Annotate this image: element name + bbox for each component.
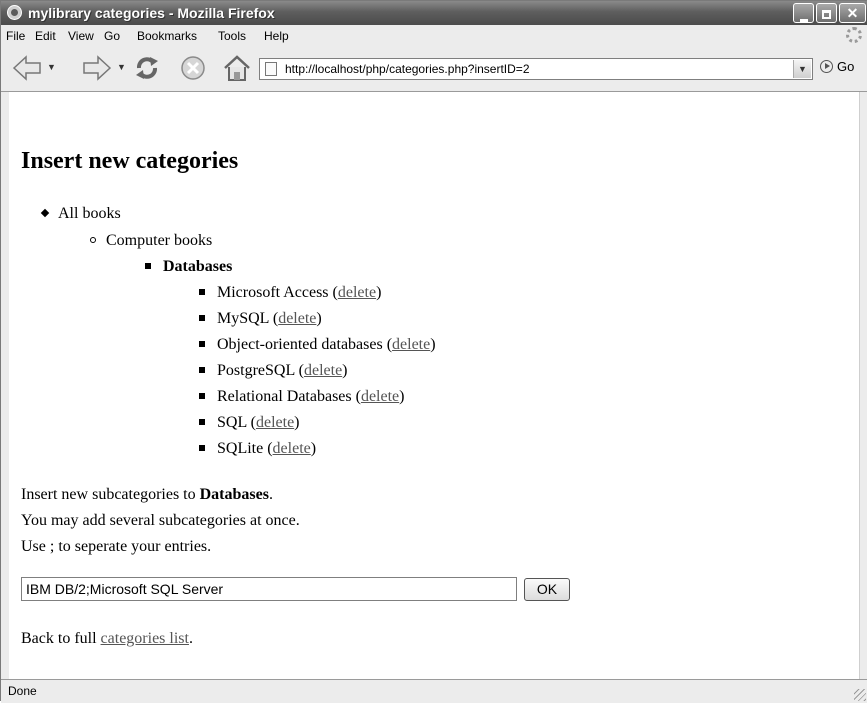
stop-icon[interactable]: [177, 53, 209, 83]
category-name: Object-oriented databases: [217, 336, 383, 353]
list-item: PostgreSQL (delete): [199, 362, 348, 380]
instruction-text: Insert new subcategories to: [21, 486, 200, 503]
minimize-icon: [799, 19, 808, 22]
instruction-punct: .: [268, 486, 273, 503]
back-line: Back to full categories list.: [21, 630, 193, 648]
forward-arrow-icon[interactable]: [81, 53, 113, 83]
instruction-line-1: Insert new subcategories to Databases.: [21, 486, 273, 504]
page-content: Insert new categories All books Computer…: [9, 92, 859, 679]
delete-link[interactable]: delete: [361, 388, 399, 405]
menu-bookmarks[interactable]: Bookmarks: [137, 29, 197, 43]
menu-help[interactable]: Help: [264, 29, 289, 43]
delete-link[interactable]: delete: [304, 362, 342, 379]
subcategories-input[interactable]: [21, 577, 517, 601]
delete-link[interactable]: delete: [392, 336, 430, 353]
menu-tools[interactable]: Tools: [218, 29, 246, 43]
scrollbar-track[interactable]: [859, 92, 867, 679]
target-category: Databases: [199, 486, 269, 503]
instruction-line-2: You may add several subcategories at onc…: [21, 512, 300, 529]
delete-link[interactable]: delete: [338, 284, 376, 301]
back-text: Back to full: [21, 630, 101, 647]
go-label: Go: [837, 59, 855, 74]
back-punct: .: [188, 630, 193, 647]
reload-icon[interactable]: [131, 53, 163, 83]
tree-item-root: All books: [40, 205, 121, 223]
list-item: Relational Databases (delete): [199, 388, 404, 406]
categories-list-link[interactable]: categories list: [101, 630, 189, 647]
bullet-icon: [199, 341, 205, 347]
minimize-button[interactable]: [793, 3, 814, 23]
tree-label: Computer books: [106, 232, 213, 249]
delete-link[interactable]: delete: [256, 414, 294, 431]
forward-dropdown-icon[interactable]: ▼: [117, 62, 126, 72]
menu-go[interactable]: Go: [104, 29, 120, 43]
status-text: Done: [8, 684, 37, 698]
menu-bar: File Edit View Go Bookmarks Tools Help: [1, 25, 867, 48]
delete-link[interactable]: delete: [273, 440, 311, 457]
tree-item-level2: Databases: [145, 258, 232, 276]
throbber-icon: [846, 27, 862, 43]
list-item: SQL (delete): [199, 414, 300, 432]
bullet-icon: [199, 445, 205, 451]
list-item: SQLite (delete): [199, 440, 316, 458]
category-name: SQL: [217, 414, 247, 431]
list-item: Microsoft Access (delete): [199, 284, 381, 302]
url-bar[interactable]: http://localhost/php/categories.php?inse…: [259, 58, 813, 80]
category-name: Relational Databases: [217, 388, 352, 405]
bullet-icon: [199, 419, 205, 425]
home-icon[interactable]: [221, 53, 253, 83]
category-name: PostgreSQL: [217, 362, 295, 379]
bullet-icon: [199, 289, 205, 295]
bullet-icon: [145, 263, 151, 269]
bullet-icon: [199, 393, 205, 399]
navigation-toolbar: ▼ ▼ http://localhost/php/categories.php?…: [1, 47, 867, 92]
page-icon: [265, 62, 277, 76]
go-icon: [820, 60, 833, 73]
maximize-icon: [822, 10, 831, 19]
tree-label: Databases: [163, 258, 233, 275]
go-button[interactable]: Go: [820, 59, 854, 79]
ok-button[interactable]: OK: [524, 578, 570, 601]
category-name: MySQL: [217, 310, 269, 327]
tree-item-level1: Computer books: [90, 232, 212, 250]
window-title: mylibrary categories - Mozilla Firefox: [28, 5, 275, 21]
browser-window: mylibrary categories - Mozilla Firefox ✕…: [0, 0, 867, 703]
menu-view[interactable]: View: [68, 29, 94, 43]
tree-label: All books: [58, 205, 121, 222]
list-item: Object-oriented databases (delete): [199, 336, 436, 354]
close-button[interactable]: ✕: [839, 3, 866, 23]
category-name: Microsoft Access: [217, 284, 329, 301]
url-input[interactable]: http://localhost/php/categories.php?inse…: [285, 62, 530, 76]
maximize-button[interactable]: [816, 3, 837, 23]
category-name: SQLite: [217, 440, 264, 457]
delete-link[interactable]: delete: [278, 310, 316, 327]
menu-file[interactable]: File: [6, 29, 25, 43]
back-arrow-icon[interactable]: [11, 53, 43, 83]
bullet-icon: [199, 367, 205, 373]
status-bar: Done: [1, 679, 867, 703]
list-item: MySQL (delete): [199, 310, 322, 328]
title-bar: mylibrary categories - Mozilla Firefox ✕: [1, 1, 867, 25]
bullet-icon: [40, 208, 50, 218]
bullet-icon: [90, 237, 96, 243]
back-dropdown-icon[interactable]: ▼: [47, 62, 56, 72]
resize-grip-icon[interactable]: [854, 689, 866, 701]
page-title: Insert new categories: [21, 148, 239, 174]
close-icon: ✕: [846, 5, 859, 21]
url-dropdown-icon[interactable]: ▼: [793, 60, 811, 78]
menu-edit[interactable]: Edit: [35, 29, 56, 43]
firefox-logo-icon: [7, 5, 22, 20]
bullet-icon: [199, 315, 205, 321]
instruction-line-3: Use ; to seperate your entries.: [21, 538, 212, 555]
